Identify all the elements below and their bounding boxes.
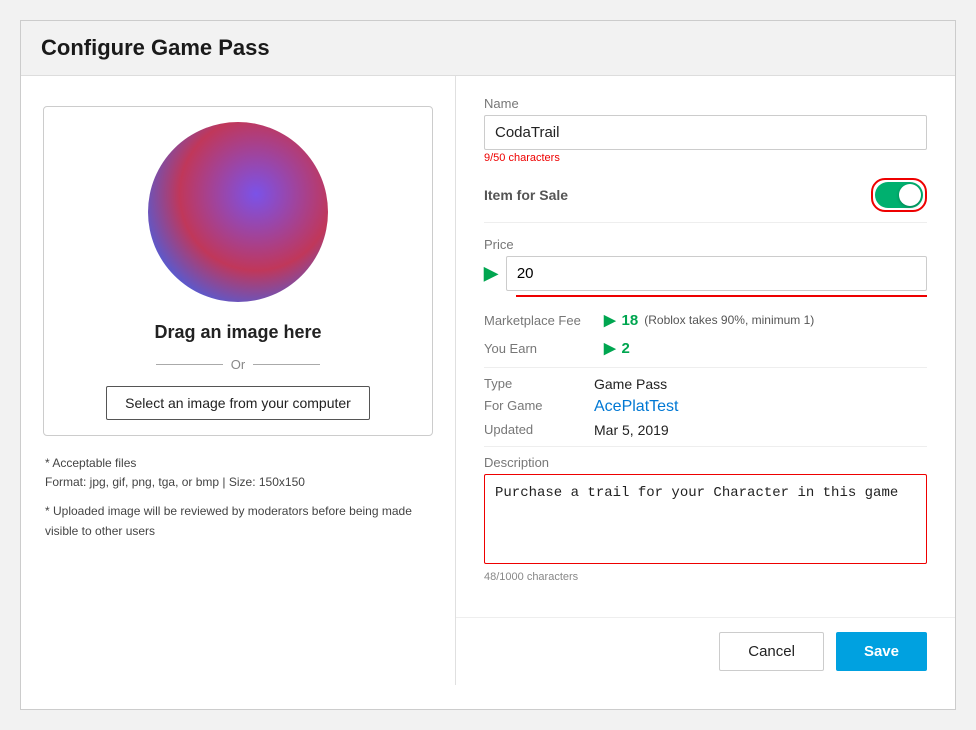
price-underline	[516, 295, 927, 297]
type-value: Game Pass	[594, 376, 667, 392]
updated-row: Updated Mar 5, 2019	[484, 422, 927, 438]
save-button[interactable]: Save	[836, 632, 927, 671]
acceptable-files-label: * Acceptable files	[45, 454, 435, 473]
updated-value: Mar 5, 2019	[594, 422, 669, 438]
toggle-knob	[899, 184, 921, 206]
type-row: Type Game Pass	[484, 376, 927, 392]
description-label: Description	[484, 455, 927, 470]
divider	[484, 367, 927, 368]
marketplace-fee-label: Marketplace Fee	[484, 313, 594, 328]
description-group: Description Purchase a trail for your Ch…	[484, 455, 927, 583]
marketplace-fee-value: ▶ 18 (Roblox takes 90%, minimum 1)	[604, 311, 814, 329]
item-for-sale-toggle[interactable]	[875, 182, 923, 208]
robux-earn-icon: ▶	[604, 339, 616, 357]
name-group: Name 9/50 characters	[484, 96, 927, 164]
updated-label: Updated	[484, 422, 594, 438]
name-char-count: 9/50 characters	[484, 152, 927, 164]
select-image-button[interactable]: Select an image from your computer	[106, 386, 370, 420]
moderation-note: * Uploaded image will be reviewed by mod…	[45, 502, 435, 540]
left-panel: Drag an image here Or Select an image fr…	[21, 76, 456, 685]
image-dropzone[interactable]: Drag an image here Or Select an image fr…	[43, 106, 433, 436]
marketplace-fee-note: (Roblox takes 90%, minimum 1)	[644, 313, 814, 327]
type-label: Type	[484, 376, 594, 392]
item-for-sale-row: Item for Sale	[484, 178, 927, 223]
or-divider: Or	[148, 357, 328, 372]
price-input[interactable]	[506, 256, 927, 291]
file-info: * Acceptable files Format: jpg, gif, png…	[41, 454, 435, 541]
you-earn-label: You Earn	[484, 341, 594, 356]
configure-gamepass-dialog: Configure Game Pass Drag an image here O…	[20, 20, 956, 710]
price-row: ▶	[484, 256, 927, 291]
price-group: Price ▶	[484, 237, 927, 297]
sale-label: Item for Sale	[484, 187, 568, 203]
for-game-label: For Game	[484, 398, 594, 416]
description-char-count: 48/1000 characters	[484, 571, 927, 583]
robux-price-icon: ▶	[484, 263, 498, 284]
right-panel: Name 9/50 characters Item for Sale Price	[456, 76, 955, 617]
dialog-footer: Cancel Save	[456, 617, 955, 685]
price-label: Price	[484, 237, 927, 252]
you-earn-num: 2	[622, 340, 630, 357]
robux-marketplace-icon: ▶	[604, 311, 616, 329]
name-input[interactable]	[484, 115, 927, 150]
you-earn-value: ▶ 2	[604, 339, 630, 357]
cancel-button[interactable]: Cancel	[719, 632, 824, 671]
image-preview	[148, 122, 328, 302]
toggle-wrapper[interactable]	[871, 178, 927, 212]
divider2	[484, 446, 927, 447]
description-textarea[interactable]: Purchase a trail for your Character in t…	[484, 474, 927, 564]
for-game-link[interactable]: AcePlatTest	[594, 398, 678, 416]
dialog-title: Configure Game Pass	[21, 21, 955, 76]
marketplace-fee-row: Marketplace Fee ▶ 18 (Roblox takes 90%, …	[484, 311, 927, 329]
dialog-body: Drag an image here Or Select an image fr…	[21, 76, 955, 685]
for-game-row: For Game AcePlatTest	[484, 398, 927, 416]
file-format-info: Format: jpg, gif, png, tga, or bmp | Siz…	[45, 473, 435, 492]
drag-text: Drag an image here	[154, 322, 321, 343]
marketplace-fee-num: 18	[622, 312, 639, 329]
name-label: Name	[484, 96, 927, 111]
you-earn-row: You Earn ▶ 2	[484, 339, 927, 357]
